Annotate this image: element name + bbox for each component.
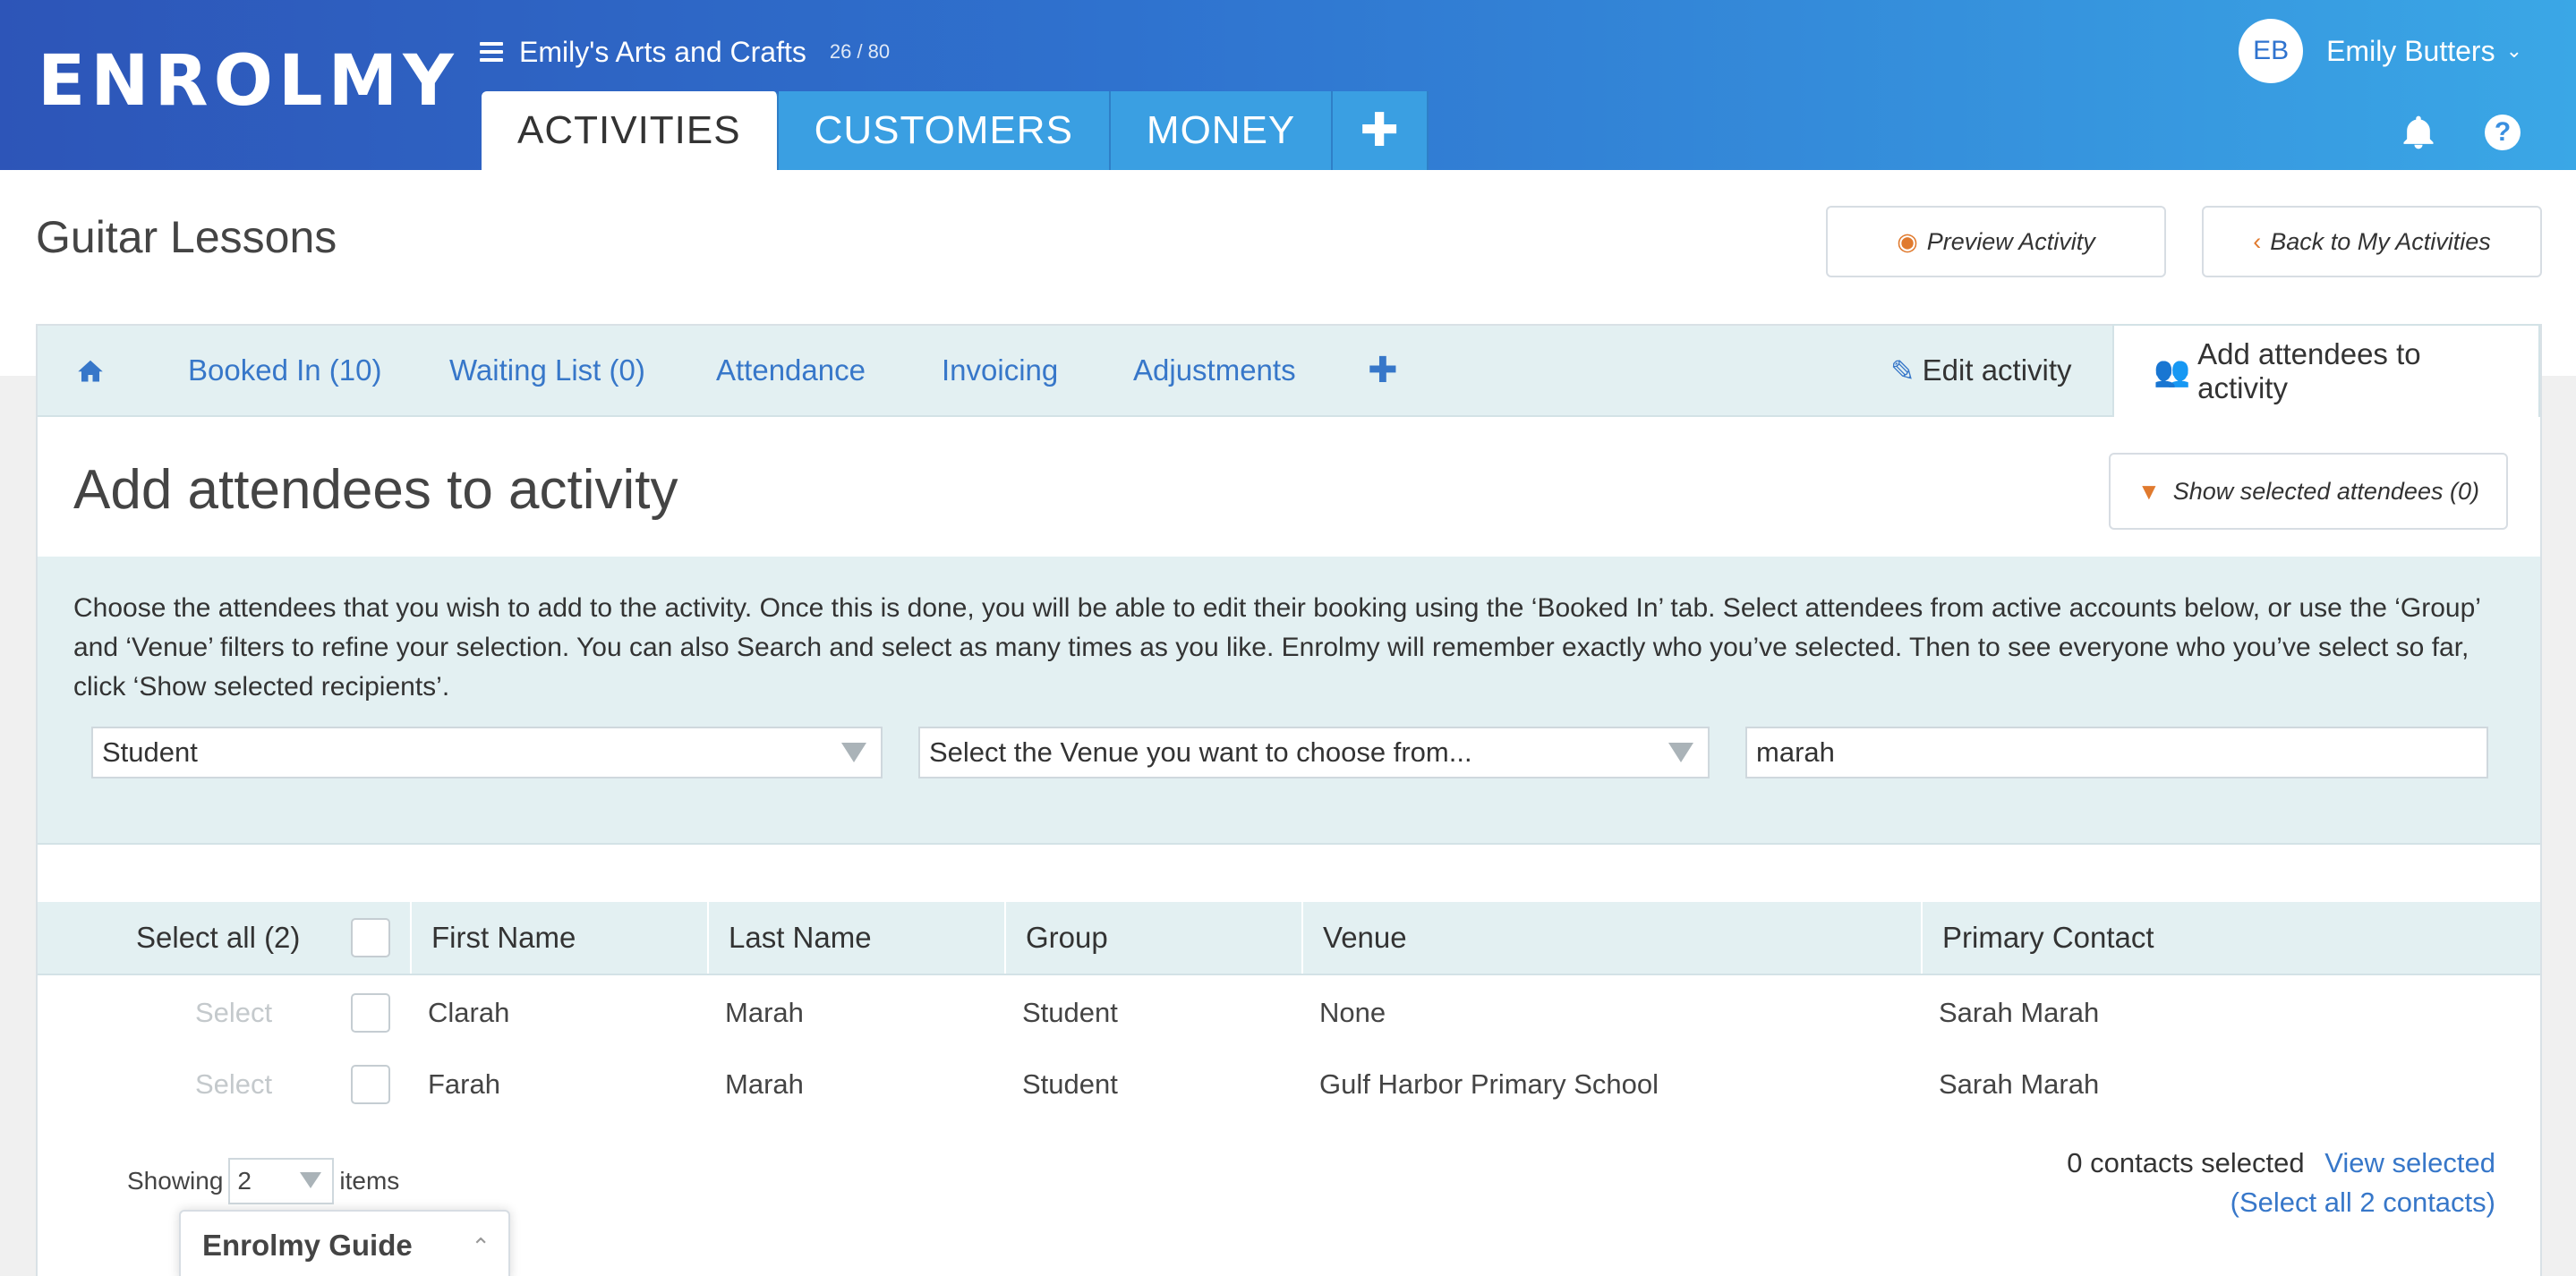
items-label: items	[339, 1167, 400, 1195]
avatar[interactable]: EB	[2239, 19, 2304, 83]
cell-first-name: Farah	[428, 1068, 500, 1100]
page-size-value: 2	[237, 1167, 252, 1195]
col-last-name[interactable]: Last Name	[707, 902, 1004, 974]
org-count: 26 / 80	[829, 40, 891, 63]
enrolmy-logo[interactable]: ENROLMY	[38, 47, 459, 116]
group-select-value: Student	[102, 736, 198, 768]
checkbox[interactable]	[351, 993, 390, 1033]
subnav-adjustments[interactable]: Adjustments	[1133, 326, 1296, 415]
col-first-name[interactable]: First Name	[410, 902, 707, 974]
col-group[interactable]: Group	[1004, 902, 1301, 974]
subnav-invoicing[interactable]: Invoicing	[942, 326, 1058, 415]
filter-section: Choose the attendees that you wish to ad…	[38, 557, 2540, 845]
cell-venue: Gulf Harbor Primary School	[1319, 1068, 1659, 1100]
subnav-waiting-list[interactable]: Waiting List (0)	[449, 326, 645, 415]
venue-select[interactable]: Select the Venue you want to choose from…	[918, 727, 1710, 778]
pagination-size: Showing 2 items	[127, 1158, 399, 1204]
search-input[interactable]	[1756, 736, 2486, 769]
eye-icon: ◉	[1897, 227, 1918, 255]
cell-last-name: Marah	[725, 997, 804, 1028]
preview-activity-label: Preview Activity	[1926, 227, 2095, 255]
checkbox[interactable]	[351, 1065, 390, 1104]
table-row: Select Clarah Marah Student None Sarah M…	[38, 977, 2540, 1049]
dropdown-arrow-icon	[300, 1172, 322, 1188]
chevron-down-icon[interactable]: ⌄	[2506, 39, 2522, 63]
cell-first-name: Clarah	[428, 997, 510, 1028]
subnav-booked-in[interactable]: Booked In (10)	[188, 326, 381, 415]
preview-activity-button[interactable]: ◉ Preview Activity	[1826, 206, 2166, 277]
help-icon[interactable]: ?	[2485, 115, 2521, 150]
subnav-edit-activity-label: Edit activity	[1922, 353, 2072, 387]
user-menu[interactable]: EB Emily Butters ⌄	[2239, 19, 2522, 83]
cell-primary-contact: Sarah Marah	[1939, 997, 2100, 1028]
row-select-link[interactable]: Select	[195, 977, 272, 1049]
activity-subnav: Booked In (10) Waiting List (0) Attendan…	[38, 324, 2540, 417]
checkbox[interactable]	[351, 918, 390, 957]
subnav-add-plus-icon[interactable]: ✚	[1368, 326, 1398, 415]
home-icon[interactable]	[77, 326, 104, 415]
chevron-left-icon: ‹	[2253, 227, 2262, 255]
selection-summary: 0 contacts selected View selected (Selec…	[2067, 1144, 2495, 1222]
subnav-add-attendees-label: Add attendees to activity	[2197, 337, 2421, 404]
bell-icon[interactable]	[2399, 113, 2438, 152]
row-checkbox-wrap[interactable]	[351, 977, 390, 1049]
subnav-add-attendees[interactable]: 👥 Add attendees to activity	[2112, 324, 2540, 417]
page-title: Guitar Lessons	[36, 212, 337, 262]
instructions-text: Choose the attendees that you wish to ad…	[73, 593, 2480, 702]
subnav-attendance[interactable]: Attendance	[716, 326, 866, 415]
chevron-up-icon[interactable]: ⌃	[471, 1233, 490, 1261]
view-selected-link[interactable]: View selected	[2324, 1147, 2495, 1178]
row-select-link[interactable]: Select	[195, 1049, 272, 1120]
org-switcher[interactable]: Emily's Arts and Crafts 26 / 80	[480, 32, 890, 72]
select-all-checkbox[interactable]	[351, 902, 390, 974]
venue-select-value: Select the Venue you want to choose from…	[929, 736, 1472, 768]
users-icon: 👥	[2154, 353, 2191, 387]
col-venue[interactable]: Venue	[1301, 902, 1921, 974]
cell-venue: None	[1319, 997, 1386, 1028]
group-select[interactable]: Student	[91, 727, 883, 778]
org-name[interactable]: Emily's Arts and Crafts	[519, 36, 806, 69]
back-to-activities-label: Back to My Activities	[2270, 227, 2491, 255]
tab-customers[interactable]: CUSTOMERS	[778, 91, 1111, 170]
table-row: Select Farah Marah Student Gulf Harbor P…	[38, 1049, 2540, 1120]
tab-activities[interactable]: ACTIVITIES	[482, 91, 779, 170]
enrolmy-guide-widget[interactable]: Enrolmy Guide ⌃	[179, 1210, 510, 1276]
section-title: Add attendees to activity	[73, 459, 678, 521]
row-checkbox-wrap[interactable]	[351, 1049, 390, 1120]
select-all-label[interactable]: Select all (2)	[136, 902, 300, 974]
table-header: Select all (2) First Name Last Name Grou…	[38, 902, 2540, 975]
cell-last-name: Marah	[725, 1068, 804, 1100]
tab-add-plus-icon[interactable]: ✚	[1333, 91, 1429, 170]
back-to-activities-button[interactable]: ‹ Back to My Activities	[2202, 206, 2542, 277]
cell-group: Student	[1022, 997, 1118, 1028]
showing-label: Showing	[127, 1167, 224, 1195]
search-input-wrap[interactable]	[1745, 727, 2488, 778]
show-selected-label: Show selected attendees (0)	[2172, 477, 2479, 505]
subnav-edit-activity[interactable]: ✎ Edit activity	[1890, 326, 2072, 415]
cell-group: Student	[1022, 1068, 1118, 1100]
main-tabs: ACTIVITIES CUSTOMERS MONEY ✚	[482, 91, 1429, 170]
show-selected-attendees-button[interactable]: ▼ Show selected attendees (0)	[2109, 453, 2508, 530]
activity-panel: Booked In (10) Waiting List (0) Attendan…	[36, 324, 2542, 1276]
dropdown-arrow-icon	[841, 743, 866, 762]
select-all-contacts-link[interactable]: (Select all 2 contacts)	[2067, 1183, 2495, 1222]
cell-primary-contact: Sarah Marah	[1939, 1068, 2100, 1100]
guide-label: Enrolmy Guide	[202, 1229, 413, 1262]
pencil-icon: ✎	[1890, 353, 1915, 387]
hamburger-menu-icon[interactable]	[480, 42, 503, 62]
dropdown-arrow-icon	[1668, 743, 1693, 762]
col-primary-contact[interactable]: Primary Contact	[1921, 902, 2538, 974]
page-size-select[interactable]: 2	[228, 1158, 335, 1204]
user-name[interactable]: Emily Butters	[2326, 35, 2495, 68]
top-bar: ENROLMY Emily's Arts and Crafts 26 / 80 …	[0, 0, 2576, 170]
tab-money[interactable]: MONEY	[1110, 91, 1334, 170]
chevron-down-icon: ▼	[2137, 477, 2161, 505]
contacts-selected-count: 0 contacts selected	[2067, 1147, 2305, 1178]
